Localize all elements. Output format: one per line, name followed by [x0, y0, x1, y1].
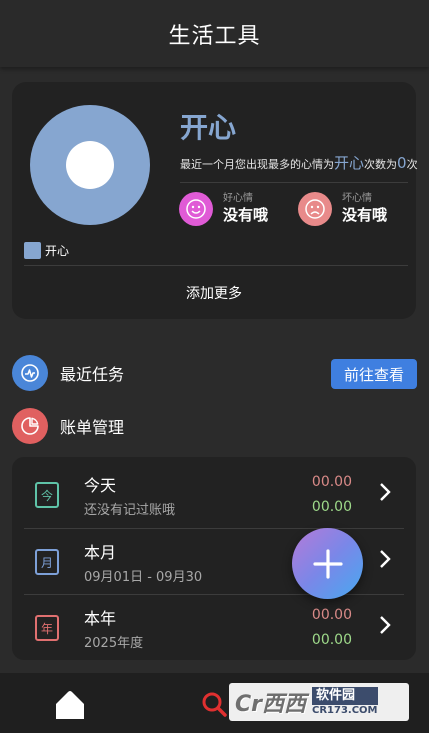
bad-mood-stat: 坏心情 没有哦 — [298, 192, 387, 226]
recent-tasks-row[interactable]: 最近任务 — [12, 355, 124, 391]
mood-donut-chart — [30, 105, 150, 225]
income-amount: 00.00 — [311, 499, 352, 515]
summary-count: 0 — [397, 154, 407, 172]
chart-legend: 开心 — [24, 242, 69, 259]
mood-card: 开心 开心 最近一个月您出现最多的心情为开心次数为0次 好心情 没有哦 坏心情 … — [12, 82, 418, 319]
bad-mood-value: 没有哦 — [342, 206, 388, 224]
summary-suffix: 次 — [406, 158, 418, 171]
add-more-button[interactable]: 添加更多 — [12, 266, 416, 319]
today-calendar-icon: 今 — [35, 482, 59, 508]
legend-label: 开心 — [45, 244, 70, 258]
chevron-right-icon — [380, 550, 391, 568]
bill-period-name: 本年 — [84, 609, 117, 628]
bill-period-name: 今天 — [84, 476, 117, 495]
summary-mid: 次数为 — [364, 158, 398, 171]
bad-mood-label: 坏心情 — [342, 193, 372, 204]
bill-row-year[interactable]: 年 本年 2025年度 00.00 00.00 — [12, 592, 416, 658]
plus-icon — [312, 548, 343, 579]
summary-mood: 开心 — [334, 154, 365, 172]
bill-period-sub: 09月01日 - 09月30 — [84, 570, 203, 585]
bill-period-sub: 2025年度 — [84, 636, 144, 651]
search-icon[interactable] — [200, 690, 228, 718]
bill-management-label: 账单管理 — [60, 418, 125, 437]
summary-prefix: 最近一个月您出现最多的心情为 — [180, 158, 334, 171]
bill-management-row[interactable]: 账单管理 — [12, 408, 124, 444]
income-amount: 00.00 — [311, 632, 352, 648]
good-mood-label: 好心情 — [223, 193, 253, 204]
home-icon[interactable] — [52, 688, 88, 722]
month-calendar-icon: 月 — [35, 549, 59, 575]
donut-hole — [66, 141, 114, 189]
good-mood-value: 没有哦 — [223, 206, 269, 224]
smile-face-icon — [179, 192, 213, 226]
expense-amount: 00.00 — [311, 474, 352, 490]
app-bar: 生活工具 — [0, 0, 429, 67]
bill-period-name: 本月 — [84, 543, 117, 562]
divider — [180, 182, 408, 183]
good-mood-stat: 好心情 没有哦 — [179, 192, 268, 226]
bill-period-sub: 还没有记过账哦 — [84, 503, 176, 518]
mood-summary: 最近一个月您出现最多的心情为开心次数为0次 — [180, 152, 418, 173]
recent-tasks-label: 最近任务 — [60, 365, 125, 384]
year-calendar-icon: 年 — [35, 615, 59, 641]
sad-face-icon — [298, 192, 332, 226]
watermark-cn: 软件园 — [312, 687, 378, 705]
page-title: 生活工具 — [168, 23, 261, 49]
watermark-logo: Cr西西 软件园 CR173.COM — [229, 683, 409, 721]
add-record-button[interactable] — [292, 528, 363, 599]
watermark-side: 软件园 CR173.COM — [312, 687, 378, 717]
top-mood-title: 开心 — [180, 111, 237, 144]
activity-icon — [12, 355, 48, 391]
watermark-main: Cr西西 — [235, 692, 306, 717]
bill-row-today[interactable]: 今 今天 还没有记过账哦 00.00 00.00 — [12, 459, 416, 525]
chevron-right-icon — [380, 616, 391, 634]
legend-swatch — [24, 242, 41, 259]
go-view-button[interactable]: 前往查看 — [331, 359, 417, 389]
chevron-right-icon — [380, 483, 391, 501]
expense-amount: 00.00 — [311, 607, 352, 623]
watermark-en: CR173.COM — [312, 705, 378, 716]
pie-chart-icon — [12, 408, 48, 444]
